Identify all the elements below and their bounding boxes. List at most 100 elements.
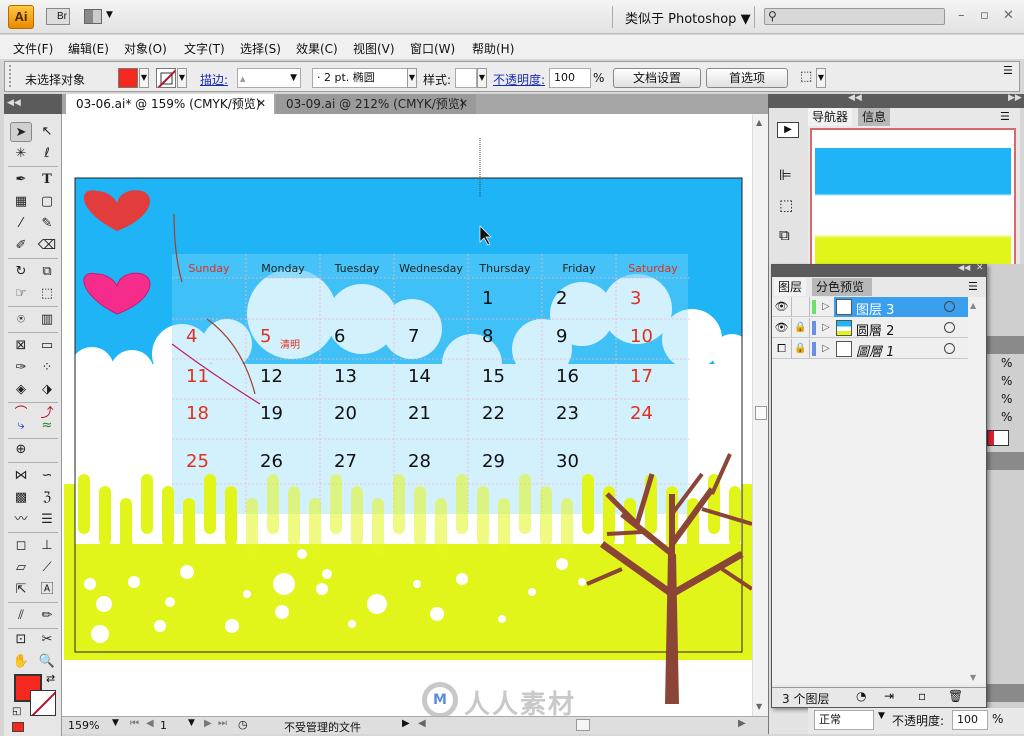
align-panel-icon[interactable]: ⊫ (779, 166, 792, 184)
tab-navigator[interactable]: 导航器 (808, 108, 853, 126)
color-mode-icon[interactable] (12, 722, 24, 732)
panel-menu-icon[interactable]: ☰ (1000, 110, 1010, 123)
page-dropdown-icon[interactable]: ▼ (188, 718, 195, 728)
new-layer-icon[interactable]: ▫ (918, 689, 926, 703)
last-page-icon[interactable]: ⏭ (218, 718, 227, 729)
delete-layer-icon[interactable]: 🗑 (948, 689, 963, 703)
menu-window[interactable]: 窗口(W) (410, 40, 455, 57)
scroll-right-icon[interactable]: ▶ (738, 718, 746, 729)
status-menu-icon[interactable]: ▶ (402, 718, 410, 729)
tab-03-09[interactable]: 03-09.ai @ 212% (CMYK/预览) ✕ (276, 94, 476, 114)
layer-name[interactable]: 圖層 1 (856, 341, 894, 360)
style-swatch[interactable] (455, 68, 477, 88)
fill-color-swatch[interactable] (118, 68, 138, 88)
wave-tool-icon[interactable]: ≈ (36, 416, 58, 436)
pathfinder-panel-icon[interactable]: ⧉ (779, 226, 790, 244)
layer-row[interactable]: 👁 ▷ 图层 3 (772, 297, 968, 318)
brush-definition-field[interactable]: · 2 pt. 椭圆 (312, 68, 408, 88)
expand-triangle-icon[interactable]: ▷ (822, 343, 830, 354)
document-setup-button[interactable]: 文档设置 (613, 68, 701, 88)
paintbrush-tool-icon[interactable]: ⁄ (10, 214, 32, 234)
arrange-documents-icon[interactable] (84, 9, 102, 24)
tab-info[interactable]: 信息 (858, 108, 891, 126)
menu-effect[interactable]: 效果(C) (296, 40, 338, 57)
page-number[interactable]: 1 (160, 719, 167, 732)
prev-page-icon[interactable]: ◀ (146, 718, 154, 729)
expand-triangle-icon[interactable]: ▷ (822, 301, 830, 312)
scroll-up-icon[interactable]: ▲ (756, 118, 762, 127)
direct-selection-tool-icon[interactable]: ↖ (36, 122, 58, 142)
template-layer-icon[interactable]: ⧠ (772, 339, 792, 359)
close-panel-icon[interactable]: ✕ (976, 263, 984, 273)
eyedropper-tool-icon[interactable]: ✑ (10, 358, 32, 378)
pen-tool-icon[interactable]: ✒ (10, 170, 32, 190)
close-tab-icon[interactable]: ✕ (257, 94, 266, 114)
live-paint-bucket-tool-icon[interactable]: ◈ (10, 380, 32, 400)
lock-icon[interactable]: 🔒 (792, 339, 810, 359)
close-button[interactable]: ✕ (1003, 8, 1014, 23)
opacity-field[interactable]: 100 (549, 68, 591, 88)
expand-dock-icon[interactable]: ▶▶ (1008, 93, 1022, 103)
menu-type[interactable]: 文字(T) (184, 40, 225, 57)
target-circle-icon[interactable] (944, 343, 955, 354)
collapse-panel-icon[interactable]: ◀◀ (958, 263, 970, 272)
node-select-tool-icon[interactable]: ⇱ (10, 580, 32, 600)
blend-mode-dropdown-icon[interactable]: ▼ (878, 711, 885, 721)
tab-03-06[interactable]: 03-06.ai* @ 159% (CMYK/预览) ✕ (66, 94, 274, 114)
collapse-toolbox-icon[interactable]: ◀◀ (4, 94, 62, 114)
measure-tool-icon[interactable]: ⊥ (36, 536, 58, 556)
scroll-thumb[interactable] (755, 406, 767, 420)
panel-menu-icon[interactable]: ☰ (1003, 64, 1013, 77)
selection-tool-icon[interactable]: ➤ (10, 122, 32, 142)
menu-select[interactable]: 选择(S) (240, 40, 281, 57)
path-tool-icon[interactable]: 〰 (10, 510, 32, 530)
width-tool-icon[interactable]: ⤷ (10, 416, 32, 436)
stroke-label[interactable]: 描边: (200, 71, 228, 88)
dropper-measure-tool-icon[interactable]: ⫽ (10, 606, 32, 626)
lock-toggle[interactable] (792, 297, 810, 317)
tab-separations-preview[interactable]: 分色预览 (812, 278, 872, 296)
layers-panel-header[interactable]: ◀◀ ✕ (772, 263, 986, 277)
pencil-tool-icon[interactable]: ✎ (36, 214, 58, 234)
actions-panel-icon[interactable]: ▶ (777, 122, 799, 138)
brush-dropdown[interactable]: ▼ (407, 68, 417, 88)
vertical-scrollbar[interactable]: ▲ ▼ (752, 114, 768, 716)
menu-view[interactable]: 视图(V) (353, 40, 395, 57)
tab-layers[interactable]: 图层 (774, 278, 807, 296)
column-graph-tool-icon[interactable]: ▥ (36, 310, 58, 330)
bridge-button[interactable]: Br (46, 8, 70, 25)
restore-button[interactable]: ▫ (980, 8, 989, 23)
menu-file[interactable]: 文件(F) (13, 40, 53, 57)
artboard-canvas[interactable]: Sunday Monday Tuesday Wednesday Thursday Frid… (62, 114, 752, 716)
stroke-swatch[interactable] (30, 690, 56, 716)
pattern-tool-icon[interactable]: ▩ (10, 488, 32, 508)
blend-mode-select[interactable]: 正常 (814, 710, 874, 730)
zoom-level[interactable]: 159% (68, 719, 99, 732)
pucker-tool-icon[interactable]: ⋈ (10, 466, 32, 486)
blend-tool-icon[interactable]: ⁘ (36, 358, 58, 378)
close-tab-icon[interactable]: ✕ (459, 94, 468, 114)
opacity-label[interactable]: 不透明度: (493, 71, 545, 88)
chevron-down-icon[interactable]: ▼ (106, 10, 113, 20)
clipping-mask-icon[interactable]: ◔ (856, 689, 866, 703)
preferences-button[interactable]: 首选项 (706, 68, 788, 88)
slope-tool-icon[interactable]: ⟋ (36, 558, 58, 578)
slice-tool-icon[interactable]: ✂ (36, 630, 58, 650)
warp-tool-icon[interactable]: ☞ (10, 284, 32, 304)
layer-name[interactable]: 图层 3 (856, 299, 894, 318)
artboard-tool-icon[interactable]: ⊡ (10, 630, 32, 650)
lock-icon[interactable]: 🔒 (792, 318, 810, 338)
crosshair-tool-icon[interactable]: ⊕ (10, 440, 32, 460)
type-tool-icon[interactable]: T (36, 170, 58, 190)
blob-brush-tool-icon[interactable]: ✐ (10, 236, 32, 256)
layer-row[interactable]: ⧠ 🔒 ▷ 圖層 1 (772, 339, 968, 360)
panel-menu-icon[interactable]: ☰ (968, 280, 978, 293)
grid-tool-icon[interactable]: ▦ (10, 192, 32, 212)
opacity-field[interactable]: 100 (952, 710, 988, 730)
rectangle-frame-tool-icon[interactable]: ◻ (10, 536, 32, 556)
envelope-tool-icon[interactable]: ∽ (36, 466, 58, 486)
scroll-down-icon[interactable]: ▼ (756, 702, 762, 711)
perspective-tool-icon[interactable]: ▱ (10, 558, 32, 578)
eye-icon[interactable]: 👁 (772, 318, 792, 338)
zoom-dropdown-icon[interactable]: ▼ (112, 718, 119, 728)
